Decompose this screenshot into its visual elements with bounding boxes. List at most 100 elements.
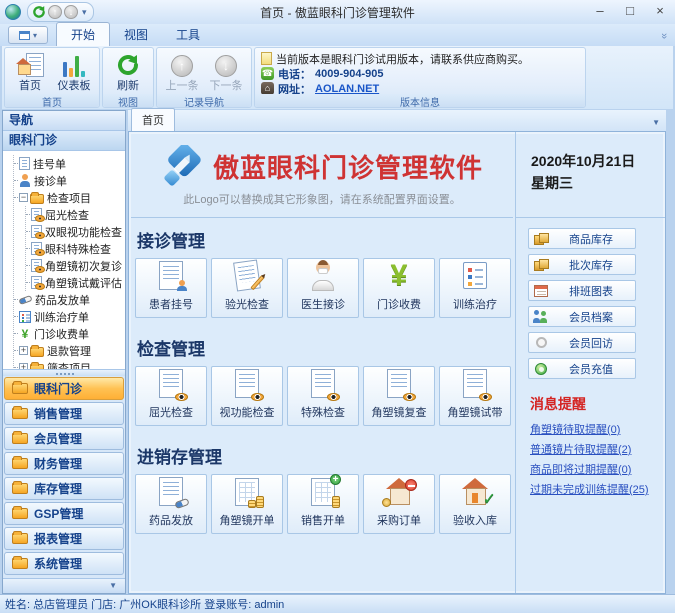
tab-view[interactable]: 视图 <box>110 23 162 46</box>
collapse-expander-icon[interactable]: − <box>19 193 28 202</box>
member-recharge-button[interactable]: 会员充值 <box>528 358 636 379</box>
arrow-up-circle-icon[interactable]: ↑ <box>48 5 62 19</box>
nav-collapse-strip[interactable]: ▼ <box>3 578 125 593</box>
ribbon-collapse-icon[interactable]: » <box>658 33 670 39</box>
phone-icon: ☎ <box>261 67 274 80</box>
home-page-content: 傲蓝眼科门诊管理软件 此Logo可以替换成其它形象图，请在系统配置界面设置。 接… <box>128 131 666 594</box>
folder-icon <box>12 533 28 544</box>
tree-item-refraction-exam[interactable]: 屈光检查 <box>26 206 125 223</box>
tree-item-clinic-charge-form[interactable]: 门诊收费单 <box>14 325 125 342</box>
chevron-down-icon: ▾ <box>33 31 37 40</box>
arrow-up-circle-icon: ↑ <box>171 55 193 77</box>
folder-icon <box>12 383 28 394</box>
receive-stock-button[interactable]: ✓ 验收入库 <box>439 474 511 534</box>
tree-item-medicine-dispense-form[interactable]: 药品发放单 <box>14 291 125 308</box>
main-right-column: 2020年10月21日 星期三 商品库存 批次库存 排班图表 <box>516 132 665 593</box>
sales-order-button[interactable]: 销售开单 <box>287 474 359 534</box>
ortho-k-recheck-button[interactable]: 角塑镜复查 <box>363 366 435 426</box>
ortho-k-pickup-notice-link[interactable]: 角塑镜待取提醒(0) <box>530 421 665 437</box>
overdue-training-notice-link[interactable]: 过期未完成训练提醒(25) <box>530 481 665 497</box>
house-check-icon: ✓ <box>460 478 490 505</box>
arrow-down-circle-icon[interactable]: ↓ <box>64 5 78 19</box>
sidebar-item-system[interactable]: 系统管理 <box>4 552 124 575</box>
tree-item-binocular-vision-exam[interactable]: 双眼视功能检查 <box>26 223 125 240</box>
tree-item-exam-items-folder[interactable]: − 检查项目 <box>14 189 125 206</box>
refraction-exam-button[interactable]: 屈光检查 <box>135 366 207 426</box>
refresh-icon[interactable] <box>32 5 46 19</box>
nav-splitter[interactable] <box>3 369 125 376</box>
chevron-down-icon: ▼ <box>109 581 117 590</box>
sidebar-item-sales[interactable]: 销售管理 <box>4 402 124 425</box>
refresh-button[interactable]: 刷新 <box>106 51 150 95</box>
tree-item-registration-form[interactable]: 挂号单 <box>14 155 125 172</box>
ortho-k-trial-button[interactable]: 角塑镜试带 <box>439 366 511 426</box>
expand-expander-icon[interactable]: + <box>19 346 28 355</box>
tab-start[interactable]: 开始 <box>56 22 110 46</box>
maximize-button[interactable]: □ <box>615 1 645 23</box>
tree-item-reception-form[interactable]: 接诊单 <box>14 172 125 189</box>
tab-home-document[interactable]: 首页 <box>131 108 175 131</box>
doc-eye-icon <box>463 369 487 398</box>
special-exam-button[interactable]: 特殊检查 <box>287 366 359 426</box>
window-title: 首页 - 傲蓝眼科门诊管理软件 <box>0 4 675 21</box>
refresh-icon <box>116 53 140 77</box>
tree-item-ortho-k-trial-assessment[interactable]: 角塑镜试戴评估 <box>26 274 125 291</box>
tree-item-ortho-k-first-followup[interactable]: 角塑镜初次复诊 <box>26 257 125 274</box>
file-menu-button[interactable]: ▾ <box>8 26 48 44</box>
tab-list-dropdown-icon[interactable]: ▼ <box>652 118 660 131</box>
sidebar-item-eye-clinic[interactable]: 眼科门诊 <box>4 377 124 400</box>
website-link[interactable]: AOLAN.NET <box>315 83 379 95</box>
medicine-dispense-button[interactable]: 药品发放 <box>135 474 207 534</box>
callback-ring-icon <box>536 337 547 348</box>
purchase-order-button[interactable]: 采购订单 <box>363 474 435 534</box>
ortho-k-order-button[interactable]: 角塑镜开单 <box>211 474 283 534</box>
doc-eye-icon <box>31 276 42 289</box>
doc-plus-icon <box>311 478 335 506</box>
batch-stock-button[interactable]: 批次库存 <box>528 254 636 275</box>
reception-buttons: 患者挂号 验光检查 医生接诊 ¥ 门诊收费 <box>135 258 511 318</box>
boxes-icon <box>534 233 549 245</box>
sidebar-item-inventory[interactable]: 库存管理 <box>4 477 124 500</box>
ribbon-group-home: 首页 仪表板 首页 <box>4 47 100 108</box>
training-treatment-button[interactable]: 训练治疗 <box>439 258 511 318</box>
optometry-check-button[interactable]: 验光检查 <box>211 258 283 318</box>
group-label: 视图 <box>103 94 153 107</box>
member-archive-button[interactable]: 会员档案 <box>528 306 636 327</box>
visual-function-exam-button[interactable]: 视功能检查 <box>211 366 283 426</box>
notice-title: 消息提醒 <box>530 394 665 414</box>
sidebar-item-reports[interactable]: 报表管理 <box>4 527 124 550</box>
next-record-button[interactable]: ↓ 下一条 <box>204 51 248 95</box>
tree-item-refund-management-folder[interactable]: + 退款管理 <box>14 342 125 359</box>
tree-item-training-treatment-form[interactable]: 训练治疗单 <box>14 308 125 325</box>
tree-item-special-eye-exam[interactable]: 眼科特殊检查 <box>26 240 125 257</box>
patient-register-button[interactable]: 患者挂号 <box>135 258 207 318</box>
person-icon <box>19 174 31 187</box>
pill-icon <box>18 294 32 304</box>
group-label: 版本信息 <box>255 94 585 107</box>
sidebar-item-finance[interactable]: 财务管理 <box>4 452 124 475</box>
ribbon-group-record-nav: ↑ 上一条 ↓ 下一条 记录导航 <box>156 47 252 108</box>
doc-eye-icon <box>159 369 183 398</box>
tree-item-screening-items-folder[interactable]: + 筛查项目 <box>14 359 125 369</box>
title-bar: ↑ ↓ ▾ 首页 - 傲蓝眼科门诊管理软件 – □ × <box>0 0 675 24</box>
sidebar-item-members[interactable]: 会员管理 <box>4 427 124 450</box>
prev-record-button[interactable]: ↑ 上一条 <box>160 51 204 95</box>
home-button[interactable]: 首页 <box>8 51 52 95</box>
tab-tools[interactable]: 工具 <box>162 23 214 46</box>
close-button[interactable]: × <box>645 1 675 23</box>
brand-title: 傲蓝眼科门诊管理软件 <box>213 148 483 185</box>
doctor-reception-button[interactable]: 医生接诊 <box>287 258 359 318</box>
lens-pickup-notice-link[interactable]: 普通镜片待取提醒(2) <box>530 441 665 457</box>
minimize-button[interactable]: – <box>585 1 615 23</box>
clinic-charge-button[interactable]: ¥ 门诊收费 <box>363 258 435 318</box>
schedule-chart-button[interactable]: 排班图表 <box>528 280 636 301</box>
nav-tree: 挂号单 接诊单 − 检查项目 屈光检查 双眼视功能检查 <box>3 151 125 369</box>
product-expiry-notice-link[interactable]: 商品即将过期提醒(0) <box>530 461 665 477</box>
folder-icon <box>12 458 28 469</box>
quick-access-dropdown-icon[interactable]: ▾ <box>82 7 87 18</box>
folder-icon <box>12 558 28 569</box>
product-stock-button[interactable]: 商品库存 <box>528 228 636 249</box>
member-callback-button[interactable]: 会员回访 <box>528 332 636 353</box>
sidebar-item-gsp[interactable]: GSP管理 <box>4 502 124 525</box>
dashboard-button[interactable]: 仪表板 <box>52 51 96 95</box>
